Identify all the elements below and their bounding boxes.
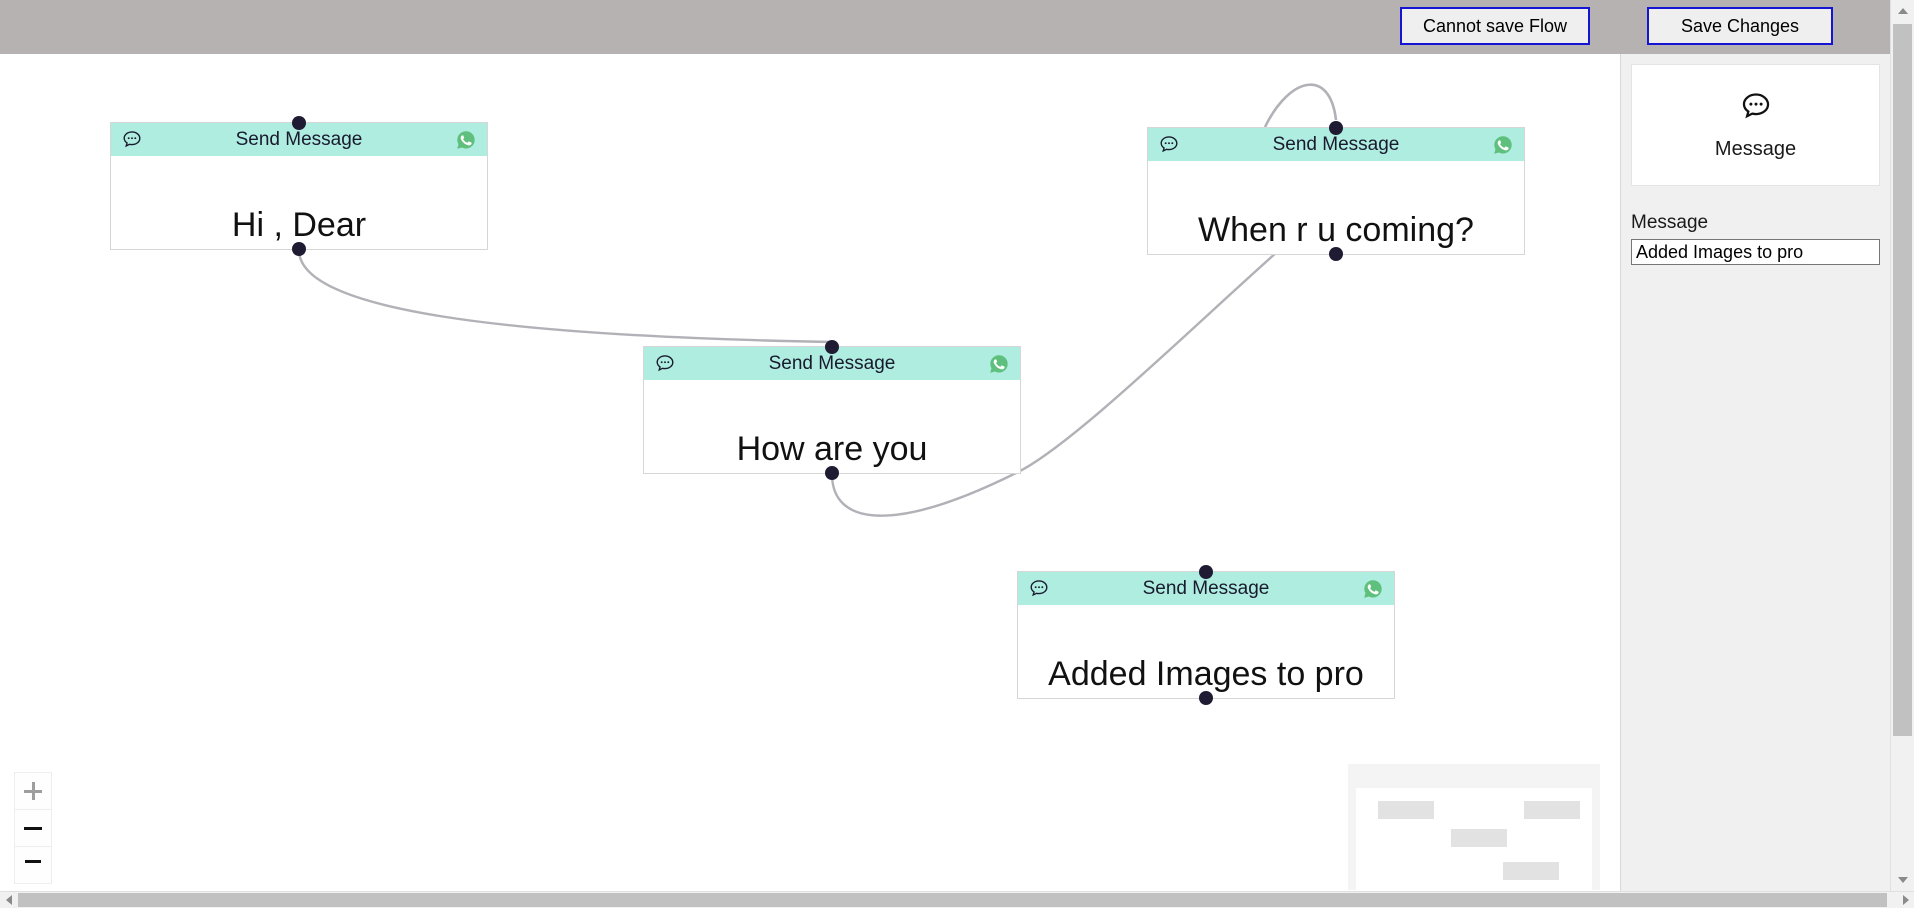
whatsapp-icon <box>1364 579 1382 598</box>
cannot-save-flow-button[interactable]: Cannot save Flow <box>1400 7 1590 45</box>
chat-bubble-dots-icon <box>1742 92 1769 118</box>
plus-icon <box>24 782 42 800</box>
node-handle-target-top[interactable] <box>1199 565 1213 579</box>
node-handle-source-bottom[interactable] <box>1329 247 1343 261</box>
minimap-node <box>1378 801 1434 819</box>
top-toolbar: Cannot save Flow Save Changes <box>0 0 1914 54</box>
minimap-node <box>1503 862 1559 880</box>
node-body: How are you <box>644 380 1020 474</box>
vertical-scrollbar[interactable] <box>1890 0 1914 891</box>
chat-bubble-dots-icon <box>1160 135 1178 152</box>
zoom-controls <box>14 772 52 884</box>
zoom-in-button[interactable] <box>15 773 51 810</box>
edge-arc-into-node2-top <box>1263 83 1338 128</box>
minimap-node <box>1524 801 1580 819</box>
chevron-left-icon <box>5 895 12 905</box>
minus-icon <box>24 819 42 837</box>
scroll-up-button[interactable] <box>1891 0 1914 22</box>
flow-canvas[interactable]: Send Message Hi , Dear Send Message When… <box>0 54 1620 890</box>
vertical-scrollbar-thumb[interactable] <box>1893 24 1912 736</box>
horizontal-scrollbar[interactable] <box>0 891 1914 908</box>
horizontal-scrollbar-thumb[interactable] <box>18 893 1887 907</box>
chevron-down-icon <box>1897 877 1908 883</box>
scroll-right-button[interactable] <box>1897 892 1914 908</box>
flow-builder-app: Cannot save Flow Save Changes Send Messa… <box>0 0 1914 908</box>
flow-node-send-message-1[interactable]: Send Message Hi , Dear <box>110 116 488 256</box>
minimap[interactable] <box>1348 764 1600 890</box>
chevron-up-icon <box>1897 8 1908 14</box>
node-handle-source-bottom[interactable] <box>825 466 839 480</box>
minimap-node <box>1451 829 1507 847</box>
node-handle-source-bottom[interactable] <box>292 242 306 256</box>
flow-node-send-message-4[interactable]: Send Message Added Images to pro <box>1017 565 1395 705</box>
node-handle-source-bottom[interactable] <box>1199 691 1213 705</box>
fit-view-button[interactable] <box>15 847 51 883</box>
chat-bubble-dots-icon <box>123 130 141 147</box>
minimap-viewport[interactable] <box>1356 788 1592 890</box>
chat-bubble-dots-icon <box>1030 579 1048 596</box>
whatsapp-icon <box>1494 135 1512 154</box>
chevron-right-icon <box>1902 895 1909 905</box>
message-input[interactable] <box>1631 239 1880 265</box>
message-block-card-label: Message <box>1714 137 1797 160</box>
scroll-left-button[interactable] <box>0 892 17 908</box>
node-body: Hi , Dear <box>111 156 487 250</box>
node-handle-target-top[interactable] <box>825 340 839 354</box>
scroll-down-button[interactable] <box>1891 869 1914 891</box>
node-handle-target-top[interactable] <box>292 116 306 130</box>
chat-bubble-dots-icon <box>656 354 674 371</box>
node-body: Added Images to pro <box>1018 605 1394 699</box>
whatsapp-icon <box>457 130 475 149</box>
flow-node-send-message-3[interactable]: Send Message How are you <box>643 340 1021 480</box>
properties-sidebar: Message Message <box>1620 54 1890 908</box>
message-block-card[interactable]: Message <box>1631 64 1880 186</box>
node-body: When r u coming? <box>1148 161 1524 255</box>
edge-node1-to-node3 <box>297 249 833 344</box>
whatsapp-icon <box>990 354 1008 373</box>
zoom-out-button[interactable] <box>15 810 51 847</box>
message-field-label: Message <box>1631 212 1709 233</box>
fit-view-icon <box>24 860 42 870</box>
node-handle-target-top[interactable] <box>1329 121 1343 135</box>
flow-node-send-message-2[interactable]: Send Message When r u coming? <box>1147 121 1525 261</box>
save-changes-button[interactable]: Save Changes <box>1647 7 1833 45</box>
